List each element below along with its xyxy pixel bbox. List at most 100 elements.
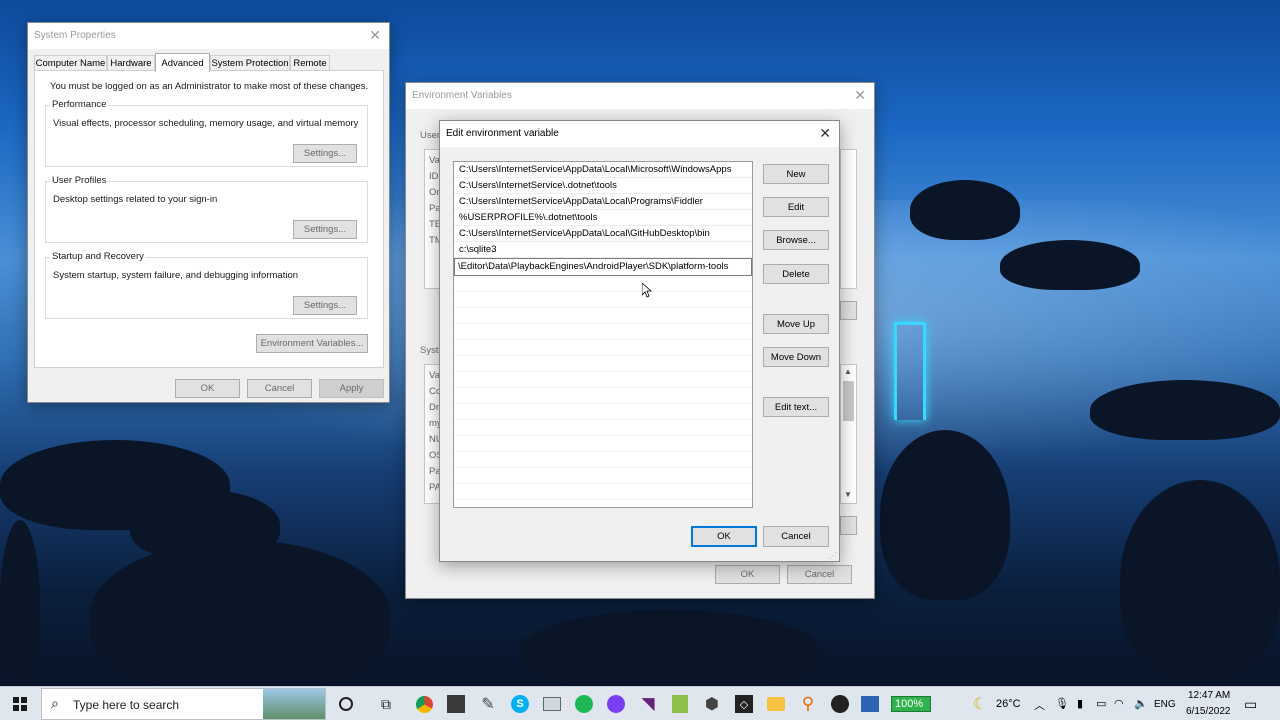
empty-row: [454, 372, 752, 388]
battery-indicator[interactable]: 100%: [891, 696, 931, 712]
system-variables-scrollbar[interactable]: ▲ ▼: [840, 364, 857, 504]
messenger-icon[interactable]: [604, 692, 628, 716]
battery-tray-icon[interactable]: ▭: [1096, 697, 1106, 710]
resize-grip-icon[interactable]: ⋰: [829, 551, 837, 560]
desktop-rock: [1090, 380, 1280, 440]
env-cancel-button[interactable]: Cancel: [787, 565, 852, 584]
close-icon[interactable]: ✕: [819, 125, 831, 141]
windows-start-icon[interactable]: [8, 692, 32, 716]
spotify-icon[interactable]: [572, 692, 596, 716]
browse-button[interactable]: Browse...: [763, 230, 829, 250]
language-indicator[interactable]: ENG: [1154, 699, 1176, 710]
app-icon[interactable]: [444, 692, 468, 716]
notifications-icon[interactable]: ▭: [1244, 696, 1257, 713]
empty-row: [454, 436, 752, 452]
group-label: Startup and Recovery: [50, 251, 146, 262]
env-ok-button[interactable]: OK: [715, 565, 780, 584]
usb-icon[interactable]: ▮: [1077, 697, 1083, 710]
search-app-icon[interactable]: ⚲: [796, 692, 820, 716]
list-item[interactable]: %USERPROFILE%\.dotnet\tools: [454, 210, 752, 226]
scroll-up-icon[interactable]: ▲: [844, 367, 852, 376]
performance-group: Performance Visual effects, processor sc…: [45, 99, 368, 167]
clock-time[interactable]: 12:47 AM: [1188, 690, 1230, 701]
microphone-icon[interactable]: 🎙: [1055, 697, 1069, 710]
edit-button[interactable]: Edit: [763, 197, 829, 217]
desktop-rock: [880, 430, 1010, 600]
apply-button[interactable]: Apply: [319, 379, 384, 398]
taskbar: ⌕ Type here to search ⧉ ✎ S ◥ ⬢ ◇ ⚲ 100%…: [0, 686, 1280, 720]
folder-icon[interactable]: [764, 692, 788, 716]
list-item: ID: [429, 171, 439, 182]
move-down-button[interactable]: Move Down: [763, 347, 829, 367]
empty-row: [454, 404, 752, 420]
weather-temperature[interactable]: 26°C: [996, 698, 1021, 710]
window-title: System Properties: [34, 30, 116, 41]
list-item[interactable]: C:\Users\InternetService\.dotnet\tools: [454, 178, 752, 194]
edit-text-button[interactable]: Edit text...: [763, 397, 829, 417]
empty-row: [454, 340, 752, 356]
delete-button[interactable]: Delete: [763, 264, 829, 284]
new-button[interactable]: New: [763, 164, 829, 184]
list-item[interactable]: c:\sqlite3: [454, 242, 752, 258]
startup-settings-button[interactable]: Settings...: [293, 296, 357, 315]
close-icon[interactable]: ✕: [854, 87, 866, 103]
package-icon[interactable]: ⬢: [700, 692, 724, 716]
task-view-icon[interactable]: ⧉: [374, 692, 398, 716]
cancel-button[interactable]: Cancel: [247, 379, 312, 398]
user-side-button[interactable]: [840, 301, 857, 320]
taskbar-search-box[interactable]: ⌕ Type here to search: [41, 688, 326, 720]
wifi-icon[interactable]: ◠: [1114, 697, 1124, 710]
search-highlight-image: [263, 689, 325, 719]
user-profiles-group: User Profiles Desktop settings related t…: [45, 175, 368, 243]
performance-settings-button[interactable]: Settings...: [293, 144, 357, 163]
photos-icon[interactable]: [540, 692, 564, 716]
empty-row: [454, 420, 752, 436]
obs-icon[interactable]: [828, 692, 852, 716]
empty-row: [454, 356, 752, 372]
window-title: Environment Variables: [412, 90, 512, 101]
pen-icon[interactable]: ✎: [476, 692, 500, 716]
settings-app-icon[interactable]: [858, 692, 882, 716]
dialog-ok-button[interactable]: OK: [691, 526, 757, 547]
scroll-thumb[interactable]: [843, 381, 854, 421]
desktop-rock: [520, 610, 820, 690]
user-variables-label: User: [420, 130, 441, 141]
dialog-cancel-button[interactable]: Cancel: [763, 526, 829, 547]
scroll-down-icon[interactable]: ▼: [844, 490, 852, 499]
volume-icon[interactable]: 🔈: [1134, 697, 1148, 710]
move-up-button[interactable]: Move Up: [763, 314, 829, 334]
empty-row: [454, 468, 752, 484]
path-entries-list[interactable]: C:\Users\InternetService\AppData\Local\M…: [453, 161, 753, 508]
skype-icon[interactable]: S: [508, 692, 532, 716]
cortana-icon[interactable]: [334, 692, 358, 716]
tab-system-protection[interactable]: System Protection: [210, 55, 290, 71]
user-variables-list-right: [840, 149, 857, 289]
edit-environment-variable-dialog: Edit environment variable ✕ C:\Users\Int…: [439, 120, 840, 562]
system-side-button[interactable]: [840, 516, 857, 535]
list-item[interactable]: C:\Users\InternetService\AppData\Local\P…: [454, 194, 752, 210]
group-label: Performance: [50, 99, 109, 110]
tab-hardware[interactable]: Hardware: [107, 55, 155, 71]
admin-note: You must be logged on as an Administrato…: [50, 81, 369, 92]
chevron-up-icon[interactable]: ︿: [1034, 697, 1045, 713]
tab-remote[interactable]: Remote: [290, 55, 330, 71]
close-icon[interactable]: ✕: [369, 27, 381, 43]
clock-date[interactable]: 6/15/2022: [1186, 706, 1231, 717]
empty-row: [454, 324, 752, 340]
path-edit-input[interactable]: \Editor\Data\PlaybackEngines\AndroidPlay…: [454, 258, 752, 276]
startup-recovery-group: Startup and Recovery System startup, sys…: [45, 251, 368, 319]
tab-advanced[interactable]: Advanced: [155, 53, 210, 72]
notepad-icon[interactable]: [668, 692, 692, 716]
visual-studio-icon[interactable]: ◥: [636, 692, 660, 716]
user-profiles-settings-button[interactable]: Settings...: [293, 220, 357, 239]
environment-variables-button[interactable]: Environment Variables...: [256, 334, 368, 353]
list-item[interactable]: C:\Users\InternetService\AppData\Local\G…: [454, 226, 752, 242]
empty-row: [454, 276, 752, 292]
list-item[interactable]: C:\Users\InternetService\AppData\Local\M…: [454, 162, 752, 178]
chrome-icon[interactable]: [412, 692, 436, 716]
weather-moon-icon[interactable]: ☾: [968, 692, 992, 716]
search-icon: ⌕: [51, 695, 59, 711]
unity-icon[interactable]: ◇: [732, 692, 756, 716]
tab-computer-name[interactable]: Computer Name: [34, 55, 107, 71]
ok-button[interactable]: OK: [175, 379, 240, 398]
